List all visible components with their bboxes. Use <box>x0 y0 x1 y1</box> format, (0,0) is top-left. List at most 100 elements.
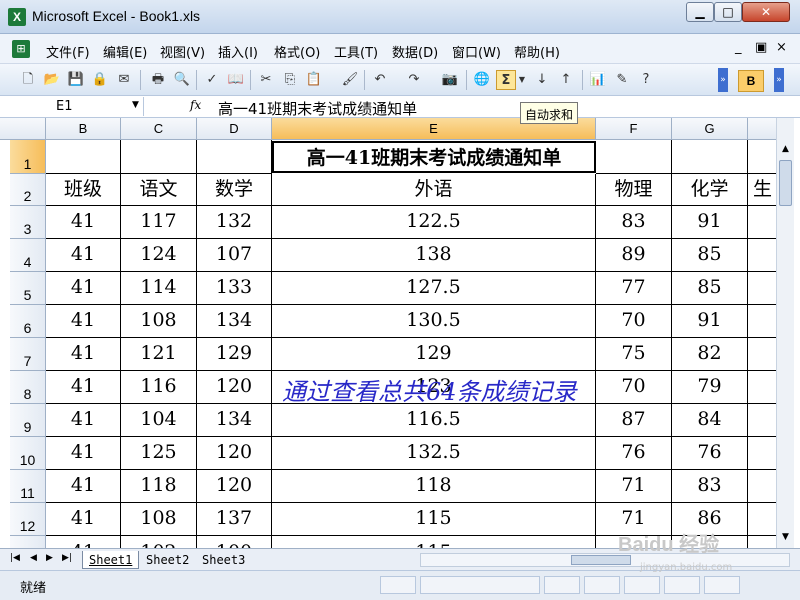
redo-icon[interactable]: ↷ <box>404 70 424 90</box>
menu-data[interactable]: 数据(D) <box>392 42 438 61</box>
table-cell[interactable] <box>197 140 272 174</box>
menu-view[interactable]: 视图(V) <box>160 42 205 61</box>
table-cell[interactable]: 77 <box>596 272 672 305</box>
header-cell[interactable]: 语文 <box>121 174 197 206</box>
table-cell[interactable]: 89 <box>596 239 672 272</box>
table-cell[interactable]: 41 <box>46 371 121 404</box>
table-cell[interactable]: 130.5 <box>272 305 596 338</box>
row-header[interactable]: 9 <box>10 404 46 437</box>
table-cell[interactable]: 91 <box>672 206 748 239</box>
undo-icon[interactable]: ↶ <box>370 70 390 90</box>
worksheet-grid[interactable]: B C D E F G 1 高一41班期末考试成绩通知单 2 班级 语文 数学 外语 物理 化学… <box>0 118 800 548</box>
table-cell[interactable] <box>748 239 778 272</box>
scroll-thumb[interactable] <box>779 160 792 206</box>
table-cell[interactable]: 107 <box>197 239 272 272</box>
menu-edit[interactable]: 编辑(E) <box>103 42 147 61</box>
table-cell[interactable]: 75 <box>596 338 672 371</box>
table-cell[interactable]: 76 <box>672 437 748 470</box>
column-header-d[interactable]: D <box>197 118 272 140</box>
menu-file[interactable]: 文件(F) <box>46 42 90 61</box>
header-cell[interactable]: 化学 <box>672 174 748 206</box>
document-icon[interactable]: ⊞ <box>12 40 30 58</box>
menu-tools[interactable]: 工具(T) <box>334 42 378 61</box>
row-header[interactable]: 11 <box>10 470 46 503</box>
select-all-corner[interactable] <box>0 118 46 140</box>
column-header-c[interactable]: C <box>121 118 197 140</box>
table-cell[interactable]: 132.5 <box>272 437 596 470</box>
table-cell[interactable]: 83 <box>672 470 748 503</box>
column-header-h[interactable] <box>748 118 778 140</box>
camera-icon[interactable]: 📷 <box>440 70 460 90</box>
table-cell[interactable]: 82 <box>672 338 748 371</box>
copy-icon[interactable]: ⎘ <box>280 70 300 90</box>
table-cell[interactable]: 84 <box>672 404 748 437</box>
format-painter-icon[interactable]: 🖌 <box>340 70 360 90</box>
table-cell[interactable]: 70 <box>596 305 672 338</box>
help-icon[interactable]: ? <box>636 70 656 90</box>
header-cell[interactable]: 班级 <box>46 174 121 206</box>
toolbar-options-icon[interactable]: » <box>718 68 728 92</box>
open-icon[interactable]: 📂 <box>42 70 62 90</box>
table-cell[interactable]: 41 <box>46 503 121 536</box>
table-cell[interactable]: 108 <box>121 305 197 338</box>
table-cell[interactable] <box>748 503 778 536</box>
insert-function-icon[interactable]: fx <box>190 98 201 112</box>
maximize-button[interactable]: □ <box>714 2 742 22</box>
table-cell[interactable]: 41 <box>46 272 121 305</box>
table-cell[interactable]: 129 <box>197 338 272 371</box>
table-cell[interactable]: 83 <box>596 206 672 239</box>
drawing-icon[interactable]: ✎ <box>612 70 632 90</box>
name-box[interactable]: E1 ▼ <box>8 97 144 116</box>
table-cell[interactable] <box>748 305 778 338</box>
new-icon[interactable]: 🗋 <box>18 70 38 90</box>
table-cell[interactable]: 127.5 <box>272 272 596 305</box>
table-cell[interactable]: 122.5 <box>272 206 596 239</box>
header-cell[interactable]: 外语 <box>272 174 596 206</box>
table-cell[interactable]: 41 <box>46 305 121 338</box>
table-cell[interactable]: 120 <box>197 437 272 470</box>
autosum-dropdown-icon[interactable]: ▼ <box>516 70 528 90</box>
title-cell[interactable]: 高一41班期末考试成绩通知单 <box>272 141 596 173</box>
menu-help[interactable]: 帮助(H) <box>514 42 560 61</box>
table-cell[interactable]: 104 <box>121 404 197 437</box>
table-cell[interactable]: 120 <box>197 470 272 503</box>
row-header[interactable]: 6 <box>10 305 46 338</box>
table-cell[interactable]: 118 <box>121 470 197 503</box>
table-cell[interactable] <box>748 371 778 404</box>
row-header[interactable]: 4 <box>10 239 46 272</box>
tab-sheet2[interactable]: Sheet2 <box>140 551 195 569</box>
table-cell[interactable]: 76 <box>596 437 672 470</box>
table-cell[interactable]: 41 <box>46 437 121 470</box>
scroll-up-icon[interactable]: ▲ <box>777 140 794 158</box>
table-cell[interactable]: 120 <box>197 371 272 404</box>
cut-icon[interactable]: ✂ <box>256 70 276 90</box>
tab-sheet3[interactable]: Sheet3 <box>196 551 251 569</box>
table-cell[interactable] <box>748 206 778 239</box>
header-cell[interactable]: 数学 <box>197 174 272 206</box>
table-cell[interactable]: 132 <box>197 206 272 239</box>
spelling-icon[interactable]: ✓ <box>202 70 222 90</box>
table-cell[interactable]: 41 <box>46 206 121 239</box>
table-cell[interactable]: 118 <box>272 470 596 503</box>
save-icon[interactable]: 💾 <box>66 70 86 90</box>
menu-window[interactable]: 窗口(W) <box>452 42 501 61</box>
table-cell[interactable]: 41 <box>46 404 121 437</box>
table-cell[interactable]: 85 <box>672 239 748 272</box>
last-sheet-icon[interactable]: ▶| <box>62 553 72 563</box>
table-cell[interactable] <box>748 470 778 503</box>
table-cell[interactable]: 71 <box>596 470 672 503</box>
table-cell[interactable]: 134 <box>197 305 272 338</box>
row-header[interactable]: 2 <box>10 174 46 206</box>
column-header-b[interactable]: B <box>46 118 121 140</box>
prev-sheet-icon[interactable]: ◀ <box>30 553 37 563</box>
table-cell[interactable]: 125 <box>121 437 197 470</box>
chart-wizard-icon[interactable]: 📊 <box>588 70 608 90</box>
column-header-g[interactable]: G <box>672 118 748 140</box>
permission-icon[interactable]: 🔒 <box>90 70 110 90</box>
autosum-button[interactable]: Σ <box>496 70 516 90</box>
doc-restore-button[interactable]: ▣ <box>755 40 767 55</box>
table-cell[interactable] <box>748 404 778 437</box>
table-cell[interactable]: 79 <box>672 371 748 404</box>
sort-ascending-icon[interactable]: ↓ <box>532 70 552 90</box>
horizontal-scrollbar[interactable] <box>420 553 790 567</box>
